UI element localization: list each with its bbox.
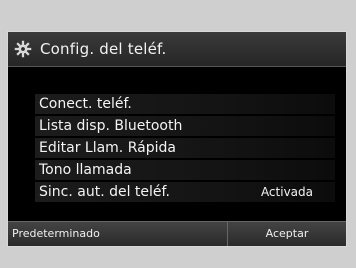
gear-icon <box>14 40 32 58</box>
title-bar: Config. del teléf. <box>8 32 346 67</box>
menu-item-label: Tono llamada <box>39 162 132 178</box>
menu-item-label: Editar Llam. Rápida <box>39 140 176 156</box>
page-title: Config. del teléf. <box>40 40 167 58</box>
accept-button[interactable]: Aceptar <box>227 222 346 246</box>
menu-item-label: Conect. teléf. <box>39 96 132 112</box>
menu-item-edit-speed-dial[interactable]: Editar Llam. Rápida <box>35 138 335 158</box>
menu-item-connect-phone[interactable]: Conect. teléf. <box>35 94 335 114</box>
footer-bar: Predeterminado Aceptar <box>8 221 346 246</box>
phone-settings-screen: Config. del teléf. Conect. teléf. Lista … <box>7 31 347 247</box>
auto-sync-status-value: Activada <box>260 185 313 199</box>
menu-item-label: Sinc. aut. del teléf. <box>39 184 170 200</box>
menu-item-auto-phone-sync[interactable]: Sinc. aut. del teléf. Activada <box>35 182 335 202</box>
settings-list: Conect. teléf. Lista disp. Bluetooth Edi… <box>35 94 335 204</box>
menu-item-bluetooth-device-list[interactable]: Lista disp. Bluetooth <box>35 116 335 136</box>
menu-item-label: Lista disp. Bluetooth <box>39 118 183 134</box>
menu-item-ringtone[interactable]: Tono llamada <box>35 160 335 180</box>
default-button[interactable]: Predeterminado <box>8 222 126 246</box>
